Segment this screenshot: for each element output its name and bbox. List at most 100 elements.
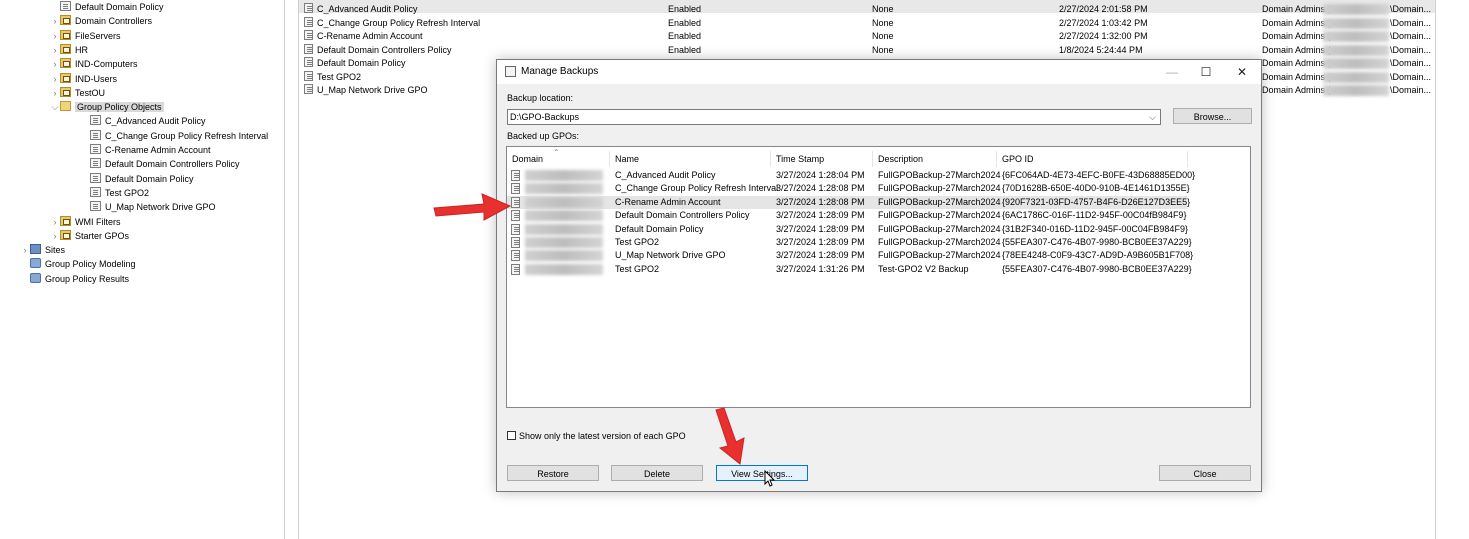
view-settings-button[interactable]: View Settings... [716,465,808,481]
backup-row[interactable]: Test GPO2 3/27/2024 1:28:09 PM FullGPOBack… [507,236,1192,249]
gpo-table-row[interactable]: C_Advanced Audit Policy Enabled None 2/27/2… [299,3,1435,16]
minimize-icon: — [1166,65,1178,79]
redacted-domain [525,170,603,181]
redacted-domain [525,183,603,195]
tree-item[interactable]: › WMI Filters [50,215,121,229]
tree-item[interactable]: Test GPO2 [80,186,149,200]
column-header-timestamp[interactable]: Time Stamp [771,151,873,167]
chevron-right-icon[interactable]: › [50,43,60,57]
backup-row[interactable]: C_Change Group Policy Refresh Interval 3/… [507,182,1190,195]
backup-timestamp: 3/27/2024 1:28:09 PM [776,210,865,221]
tree-item-label: Starter GPOs [75,230,130,241]
backup-gpo-id: {6AC1786C-016F-11D2-945F-00C04fB984F9} [1002,210,1187,221]
tree-item-label: Group Policy Objects [75,102,164,113]
redacted-domain [525,223,603,235]
tree-item-label: IND-Users [75,73,117,84]
tree-item-label: Default Domain Policy [75,2,164,12]
ou-icon [60,43,71,54]
redacted-owner [1323,58,1389,69]
backup-row[interactable]: Default Domain Policy 3/27/2024 1:28:09 P… [507,223,1188,236]
chevron-right-icon[interactable]: › [50,215,60,229]
backup-row[interactable]: U_Map Network Drive GPO 3/27/2024 1:28:09… [507,249,1193,262]
tree-item[interactable]: C_Advanced Audit Policy [80,114,206,128]
tree-item[interactable]: › TestOU [50,86,105,100]
backup-row[interactable]: Default Domain Controllers Policy 3/27/20… [507,209,1187,222]
backup-gpo-id: {6FC064AD-4E73-4EFC-B0FE-43D68885ED00} [1002,170,1196,180]
chevron-right-icon[interactable]: › [50,14,60,28]
backed-up-gpos-list[interactable]: Domain ⌃ Name Time Stamp Description GPO… [506,146,1251,408]
tree-item[interactable]: › IND-Computers [50,57,138,71]
tree-item[interactable]: U_Map Network Drive GPO [80,200,216,214]
tree-item[interactable]: Default Domain Controllers Policy [80,157,240,171]
tree-item[interactable]: C-Rename Admin Account [80,143,211,157]
close-button[interactable]: Close [1159,465,1251,481]
tree-item[interactable]: Group Policy Modeling [20,257,136,271]
tree-item[interactable]: ⌵ Group Policy Objects [50,100,164,114]
delete-button[interactable]: Delete [611,465,703,481]
gpo-link-icon [60,1,71,11]
chevron-right-icon[interactable]: › [50,229,60,243]
backup-timestamp: 3/27/2024 1:28:08 PM [776,183,865,194]
browse-button[interactable]: Browse... [1173,108,1252,124]
tree-item-label: WMI Filters [75,216,121,227]
tree-item-label: FileServers [75,30,121,41]
tree-item[interactable]: C_Change Group Policy Refresh Interval [80,129,268,143]
backup-row[interactable]: C-Rename Admin Account 3/27/2024 1:28:08 … [507,195,1191,209]
gpo-owner: Domain Admins ( [1262,71,1331,82]
tree-item-label: U_Map Network Drive GPO [105,202,216,213]
redacted-owner [1323,31,1389,42]
column-header-name[interactable]: Name [610,151,771,167]
backup-location-combobox[interactable]: D:\GPO-Backups ⌵ [507,109,1161,125]
chevron-right-icon[interactable]: › [20,243,30,257]
maximize-icon[interactable]: ☐ [1189,60,1223,84]
chevron-down-icon[interactable]: ⌵ [50,100,60,114]
backup-gpo-id: {70D1628B-650E-40D0-910B-4E1461D1355E} [1002,183,1190,194]
chevron-right-icon[interactable]: › [50,86,60,100]
gpo-owner: Domain Admins ( [1262,17,1331,28]
chevron-right-icon[interactable]: › [50,57,60,71]
chevron-right-icon[interactable]: › [50,72,60,86]
backup-description: FullGPOBackup-27March2024 [878,223,1001,234]
chevron-right-icon[interactable]: › [50,29,60,43]
backup-name: Test GPO2 [615,263,660,274]
tree-item[interactable]: › HR [50,43,88,57]
restore-button[interactable]: Restore [507,465,599,481]
backup-row[interactable]: Test GPO2 3/27/2024 1:31:26 PM Test-GPO2 V… [507,263,1192,276]
tree-item[interactable]: › Sites [20,243,65,257]
gpo-name: Default Domain Policy [317,58,406,68]
tree-item[interactable]: › FileServers [50,29,121,43]
latest-version-checkbox[interactable] [507,431,516,440]
tree-item[interactable]: › Domain Controllers [50,14,152,28]
backup-description: FullGPOBackup-27March2024 [878,183,1001,194]
close-icon[interactable]: ✕ [1225,60,1259,84]
column-header-description[interactable]: Description [873,151,997,167]
tree-item-label: Group Policy Results [45,273,130,284]
redacted-domain [525,196,603,208]
backup-gpo-id: {31B2F340-016D-11D2-945F-00C04FB984F9} [1002,223,1188,234]
folder-open-icon [60,101,71,112]
redacted-owner [1323,71,1389,83]
gpo-table-row[interactable]: C_Change Group Policy Refresh Interval En… [299,16,1435,30]
tree-item[interactable]: › IND-Users [50,72,117,86]
console-tree: Default Domain Policy › Domain Controllers… [0,0,285,539]
column-header-domain-label: Domain [512,154,544,164]
tree-item[interactable]: Group Policy Results [20,272,129,286]
tree-item[interactable]: Default Domain Policy [80,172,194,186]
chevron-down-icon[interactable]: ⌵ [1149,110,1156,124]
backup-gpo-id: {920F7321-03FD-4757-B4F6-D26E127D3EE5} [1002,196,1191,207]
dialog-titlebar: Manage Backups — ☐ ✕ [497,60,1261,84]
gpo-table-row[interactable]: C-Rename Admin Account Enabled None 2/27/20… [299,30,1435,43]
tree-item[interactable]: Default Domain Policy [50,0,164,14]
tree-item-label: TestOU [75,87,106,98]
backup-timestamp: 3/27/2024 1:28:09 PM [776,237,865,247]
tree-item[interactable]: › Starter GPOs [50,229,129,243]
latest-version-checkbox-label: Show only the latest version of each GPO [519,431,686,441]
backup-timestamp: 3/27/2024 1:28:08 PM [776,196,865,207]
backup-name: C-Rename Admin Account [615,196,721,207]
gpo-table-row[interactable]: Default Domain Controllers Policy Enabled… [299,43,1435,57]
tree-item-label: HR [75,44,88,55]
column-header-gpo-id[interactable]: GPO ID [997,151,1188,167]
column-header-domain[interactable]: Domain ⌃ [507,148,610,167]
backup-row[interactable]: C_Advanced Audit Policy 3/27/2024 1:28:04… [507,169,1195,182]
results-icon [30,272,41,283]
